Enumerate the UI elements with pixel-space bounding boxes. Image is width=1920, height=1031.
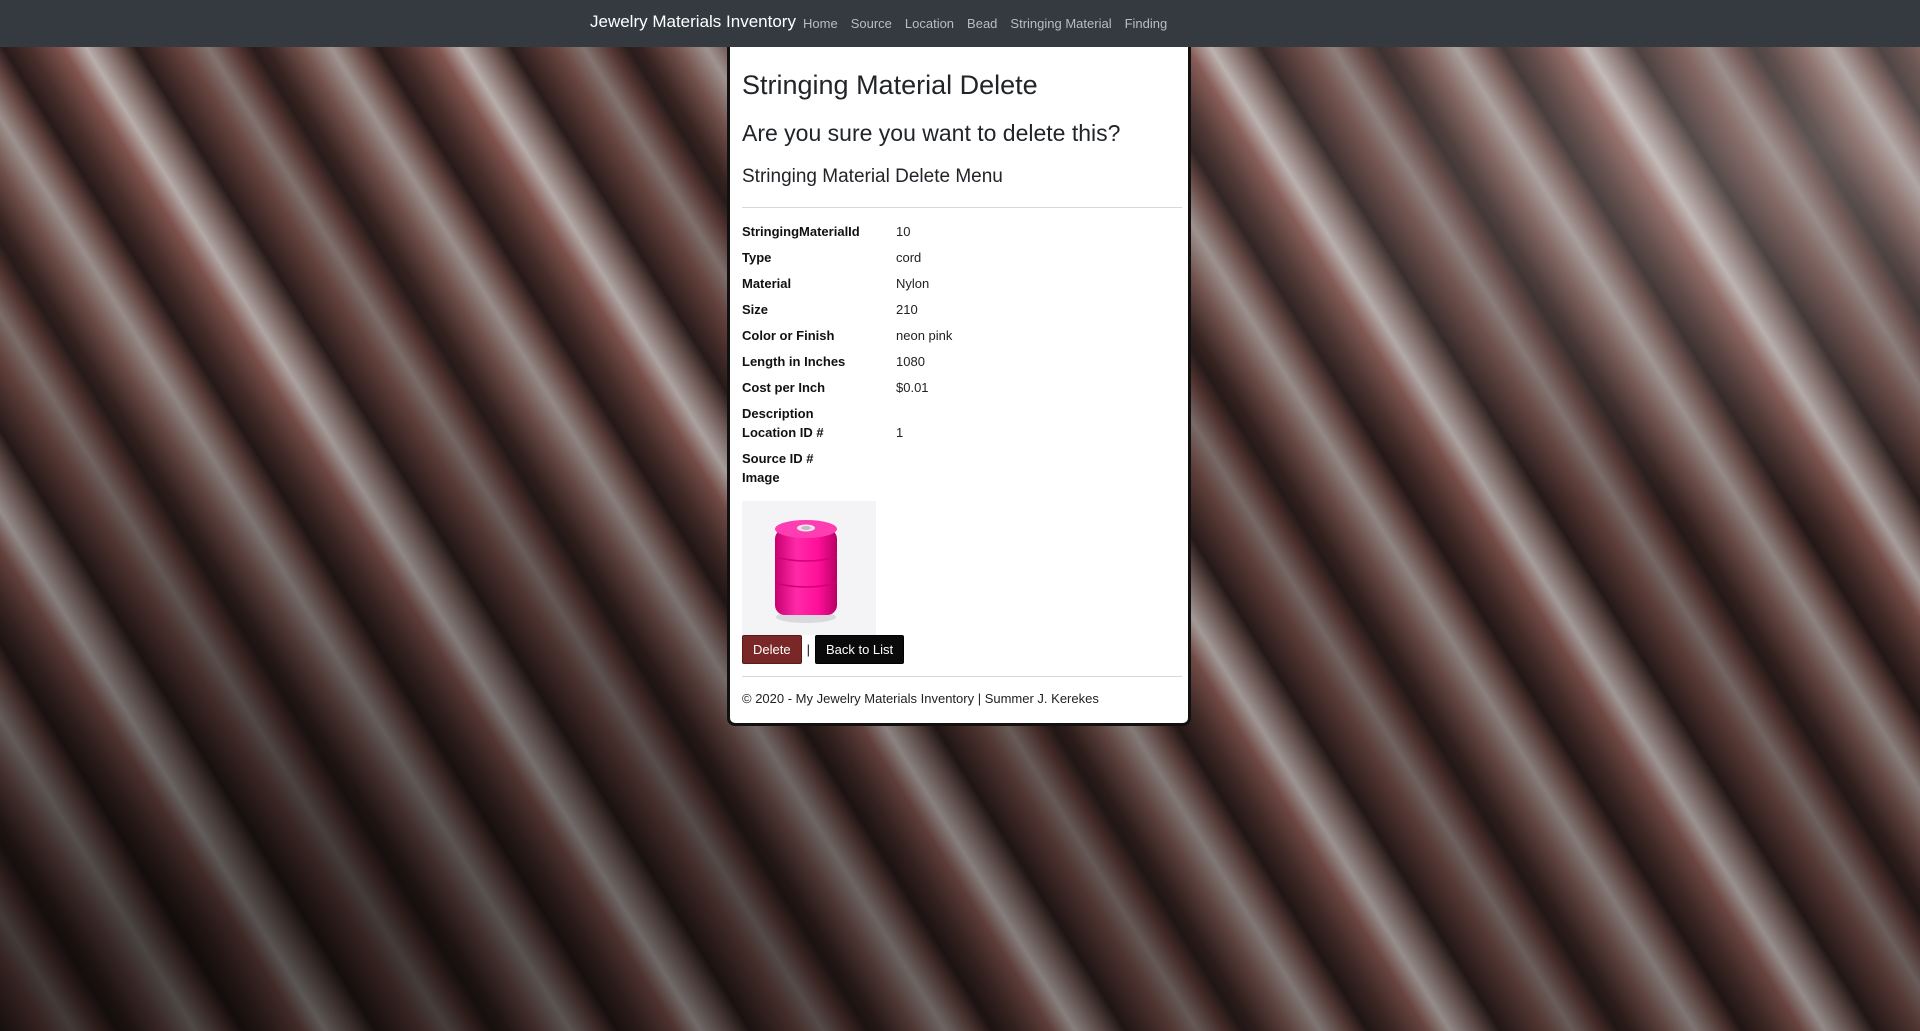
- detail-label: Source ID #: [742, 451, 814, 466]
- detail-label: Color or Finish: [742, 328, 835, 343]
- details-list: StringingMaterialId 10 Type cord Materia…: [742, 222, 1178, 487]
- detail-row: Source ID #: [742, 449, 1178, 468]
- nav-links: Home Source Location Bead Stringing Mate…: [803, 16, 1180, 31]
- detail-value: cord: [896, 250, 922, 265]
- detail-label: Length in Inches: [742, 354, 846, 369]
- brand-link[interactable]: Jewelry Materials Inventory: [590, 12, 796, 32]
- navbar: Jewelry Materials Inventory Home Source …: [0, 0, 1920, 47]
- detail-label: Image: [742, 470, 780, 485]
- form-actions: Delete | Back to List: [742, 635, 1178, 664]
- detail-row: StringingMaterialId 10: [742, 222, 1178, 241]
- nav-location[interactable]: Location: [905, 16, 954, 31]
- confirm-question: Are you sure you want to delete this?: [742, 120, 1121, 146]
- detail-label: Location ID #: [742, 425, 824, 440]
- detail-row: Material Nylon: [742, 274, 1178, 293]
- detail-row: Description: [742, 404, 1178, 423]
- detail-label: StringingMaterialId: [742, 224, 860, 239]
- nav-stringing-material[interactable]: Stringing Material: [1010, 16, 1111, 31]
- detail-value: $0.01: [896, 380, 929, 395]
- detail-row: Length in Inches 1080: [742, 352, 1178, 371]
- detail-row: Type cord: [742, 248, 1178, 267]
- detail-label: Cost per Inch: [742, 380, 826, 395]
- back-to-list-button[interactable]: Back to List: [814, 635, 905, 664]
- material-image: [742, 501, 876, 635]
- detail-value: 10: [896, 224, 911, 239]
- detail-value: neon pink: [896, 328, 953, 343]
- page-title: Stringing Material Delete: [742, 70, 1038, 100]
- detail-row: Location ID # 1: [742, 423, 1178, 442]
- detail-row: Size 210: [742, 300, 1178, 319]
- section-subtitle: Stringing Material Delete Menu: [742, 166, 1003, 187]
- detail-row: Cost per Inch $0.01: [742, 378, 1178, 397]
- nav-source[interactable]: Source: [851, 16, 892, 31]
- detail-value: 210: [896, 302, 918, 317]
- separator: |: [806, 642, 810, 657]
- detail-label: Material: [742, 276, 792, 291]
- detail-row: Color or Finish neon pink: [742, 326, 1178, 345]
- footer: © 2020 - My Jewelry Materials Inventory …: [742, 691, 1099, 706]
- divider: [742, 207, 1182, 208]
- detail-label: Description: [742, 406, 814, 421]
- detail-row: Image: [742, 468, 1178, 487]
- detail-value: 1080: [896, 354, 925, 369]
- nav-bead[interactable]: Bead: [967, 16, 997, 31]
- nav-home[interactable]: Home: [803, 16, 838, 31]
- detail-value: 1: [896, 425, 904, 440]
- detail-label: Size: [742, 302, 769, 317]
- delete-button[interactable]: Delete: [742, 635, 802, 664]
- detail-value: Nylon: [896, 276, 930, 291]
- delete-card: Stringing Material Delete Are you sure y…: [727, 47, 1191, 726]
- thread-spool-image: [774, 520, 838, 623]
- footer-divider: [742, 676, 1182, 677]
- nav-finding[interactable]: Finding: [1125, 16, 1168, 31]
- detail-label: Type: [742, 250, 772, 265]
